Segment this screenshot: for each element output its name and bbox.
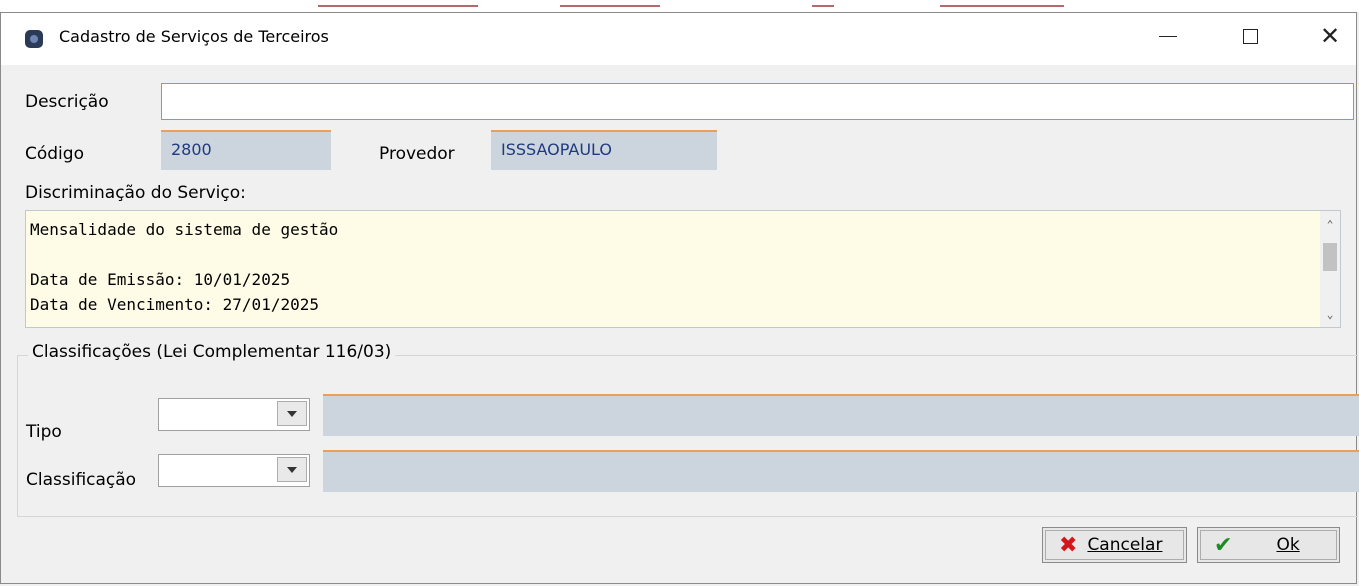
discriminacao-label: Discriminação do Serviço: <box>25 183 246 203</box>
ok-button[interactable]: ✔ Ok <box>1197 527 1340 563</box>
scroll-thumb[interactable] <box>1323 243 1337 271</box>
descricao-label: Descrição <box>25 92 109 112</box>
background-mark <box>318 0 478 7</box>
cancel-x-icon: ✖ <box>1059 532 1078 558</box>
minimize-icon <box>1159 35 1177 37</box>
chevron-down-icon <box>287 410 297 417</box>
memo-scrollbar[interactable]: ⌃ ⌄ <box>1320 211 1340 327</box>
background-mark <box>940 0 1064 7</box>
codigo-field: 2800 <box>161 130 331 170</box>
classificacao-dropdown-button[interactable] <box>277 457 307 482</box>
checkmark-icon: ✔ <box>1214 532 1233 558</box>
maximize-button[interactable] <box>1221 13 1279 59</box>
tipo-label: Tipo <box>26 422 62 442</box>
memo-line: Data de Emissão: 10/01/2025 <box>30 270 291 289</box>
close-icon: ✕ <box>1319 22 1341 50</box>
scroll-up-icon[interactable]: ⌃ <box>1320 215 1340 235</box>
memo-line: Mensalidade do sistema de gestão <box>30 220 339 239</box>
classificacao-combo[interactable] <box>158 454 310 487</box>
maximize-icon <box>1242 28 1258 44</box>
codigo-label: Código <box>25 144 84 164</box>
dialog-window: Cadastro de Serviços de Terceiros ✕ Desc… <box>0 12 1359 584</box>
ok-label: Ok <box>1276 535 1300 555</box>
tipo-dropdown-button[interactable] <box>277 401 307 426</box>
scroll-down-icon[interactable]: ⌄ <box>1320 305 1340 325</box>
cancelar-label: Cancelar <box>1087 535 1163 555</box>
classificacoes-group: Classificações (Lei Complementar 116/03)… <box>17 342 1359 517</box>
classificacao-label: Classificação <box>26 470 137 490</box>
provedor-field: ISSSAOPAULO <box>491 130 717 170</box>
close-button[interactable]: ✕ <box>1301 13 1359 59</box>
memo-line <box>30 242 1340 267</box>
tipo-description-field <box>323 394 1359 436</box>
minimize-button[interactable] <box>1139 13 1197 59</box>
cancelar-button[interactable]: ✖ Cancelar <box>1042 527 1187 563</box>
app-icon <box>25 30 43 48</box>
memo-line: Data de Vencimento: 27/01/2025 <box>30 295 319 314</box>
window-title: Cadastro de Serviços de Terceiros <box>59 27 329 46</box>
background-mark <box>560 0 660 7</box>
classificacao-description-field <box>323 450 1359 492</box>
chevron-down-icon <box>287 466 297 473</box>
tipo-combo[interactable] <box>158 398 310 431</box>
descricao-input[interactable] <box>161 83 1354 120</box>
discriminacao-memo[interactable]: Mensalidade do sistema de gestão Data de… <box>25 210 1341 328</box>
classificacoes-legend: Classificações (Lei Complementar 116/03) <box>28 342 396 362</box>
background-window-strip <box>0 0 1359 12</box>
background-mark <box>812 0 834 7</box>
provedor-label: Provedor <box>379 144 455 164</box>
title-bar[interactable]: Cadastro de Serviços de Terceiros ✕ <box>1 13 1356 65</box>
